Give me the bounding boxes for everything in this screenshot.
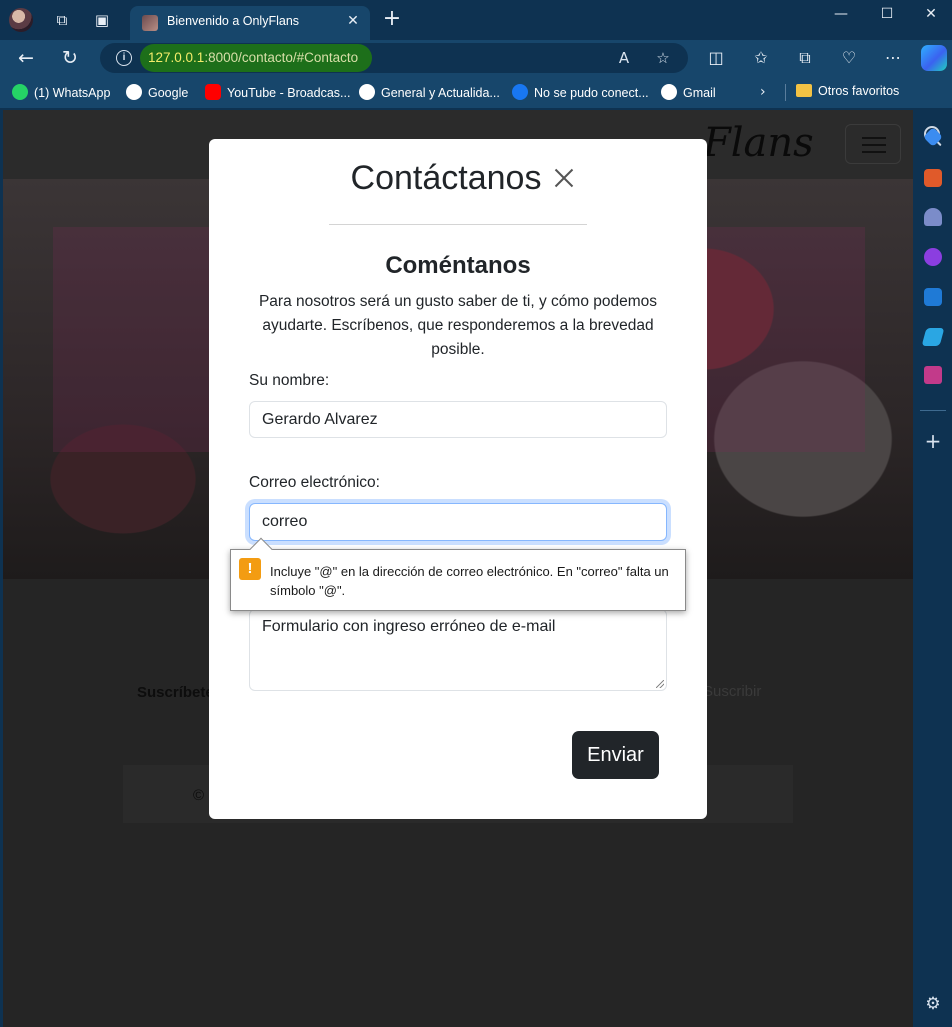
tools-icon[interactable]	[924, 169, 942, 187]
email-label: Correo electrónico:	[249, 474, 380, 491]
split-screen-icon[interactable]: ◫	[704, 46, 728, 70]
favorites-icon[interactable]: ✩	[749, 46, 773, 70]
profile-avatar[interactable]	[9, 8, 33, 32]
collections-icon[interactable]: ⧉	[793, 46, 817, 70]
browser-titlebar: ⧉ ▣ Bienvenido a OnlyFlans ✕ + — ☐ ✕	[0, 0, 952, 40]
app-icon[interactable]	[924, 366, 942, 384]
validation-message: Incluye "@" en la dirección de correo el…	[270, 564, 669, 598]
modal-divider	[329, 224, 587, 225]
favorites-divider	[785, 84, 786, 101]
tab-actions-icon[interactable]: ▣	[92, 10, 112, 30]
favorite-whatsapp[interactable]: (1) WhatsApp	[12, 84, 110, 100]
copilot-icon[interactable]	[921, 45, 947, 71]
favorites-bar: (1) WhatsApp Google YouTube - Broadcas..…	[0, 76, 952, 108]
sidebar-divider	[920, 410, 946, 411]
modal-title: Contáctanos	[350, 159, 542, 197]
games-icon[interactable]	[924, 208, 942, 226]
warning-icon: !	[239, 558, 261, 580]
minimize-button[interactable]: —	[818, 4, 864, 24]
site-info-icon[interactable]: i	[116, 50, 132, 66]
tab-close-icon[interactable]: ✕	[344, 12, 362, 30]
footer-copyright: ©	[193, 787, 205, 804]
hamburger-line	[862, 137, 886, 139]
browser-essentials-icon[interactable]: ♡	[837, 46, 861, 70]
site-favicon	[142, 15, 158, 31]
gear-icon[interactable]: ⚙	[923, 994, 943, 1014]
tab-onlyflans[interactable]: Bienvenido a OnlyFlans ✕	[130, 6, 370, 40]
subscribe-label: Suscríbete	[137, 684, 214, 701]
general-site-icon	[359, 84, 375, 100]
favorite-youtube[interactable]: YouTube - Broadcas...	[205, 84, 350, 100]
address-bar[interactable]: i 127.0.0.1:8000/contacto/#Contacto A ☆	[100, 43, 688, 73]
name-label: Su nombre:	[249, 372, 330, 389]
outlook-icon[interactable]	[924, 288, 942, 306]
workspaces-icon[interactable]: ⧉	[52, 10, 72, 30]
validation-tooltip: ! Incluye "@" en la dirección de correo …	[230, 537, 686, 611]
resize-handle[interactable]	[656, 680, 664, 688]
close-window-button[interactable]: ✕	[908, 4, 952, 24]
read-aloud-icon[interactable]: A	[614, 48, 634, 68]
submit-button[interactable]: Enviar	[572, 731, 659, 779]
subscribe-button[interactable]: Suscribir	[703, 683, 761, 700]
favorite-google[interactable]: Google	[126, 84, 188, 100]
modal-description: Para nosotros será un gusto saber de ti,…	[258, 293, 658, 358]
favorite-facebook[interactable]: No se pudo conect...	[512, 84, 649, 100]
favorite-gmail[interactable]: Gmail	[661, 84, 716, 100]
new-tab-button[interactable]: +	[380, 8, 404, 32]
hamburger-line	[862, 144, 886, 146]
menu-toggle-button[interactable]	[845, 124, 901, 164]
site-logo[interactable]: Flans	[703, 120, 814, 166]
message-field[interactable]: Formulario con ingreso erróneo de e-mail	[249, 609, 667, 691]
whatsapp-icon	[12, 84, 28, 100]
copilot-sidebar-icon[interactable]	[924, 248, 942, 266]
hamburger-line	[862, 151, 886, 153]
tab-title: Bienvenido a OnlyFlans	[167, 14, 300, 28]
send-icon[interactable]	[921, 328, 945, 346]
url-text[interactable]: 127.0.0.1:8000/contacto/#Contacto	[148, 50, 358, 65]
contact-modal: Contáctanos Coméntanos Para nosotros ser…	[209, 139, 707, 819]
modal-subtitle: Coméntanos	[385, 252, 531, 279]
back-arrow-icon[interactable]: ←	[14, 46, 38, 70]
facebook-icon	[512, 84, 528, 100]
refresh-icon[interactable]: ↻	[58, 46, 82, 70]
edge-sidebar: + ⚙	[913, 108, 952, 1027]
email-field[interactable]: correo	[249, 503, 667, 541]
add-sidebar-app-icon[interactable]: +	[922, 430, 944, 452]
youtube-icon	[205, 84, 221, 100]
name-field[interactable]: Gerardo Alvarez	[249, 401, 667, 438]
other-favorites[interactable]: Otros favoritos	[796, 84, 899, 100]
favorite-star-icon[interactable]: ☆	[653, 48, 673, 68]
google-icon	[661, 84, 677, 100]
more-menu-icon[interactable]: ⋯	[881, 46, 905, 70]
favorite-general[interactable]: General y Actualida...	[359, 84, 500, 100]
folder-icon	[796, 84, 812, 97]
close-icon[interactable]	[551, 165, 577, 191]
browser-toolbar: ← ↻ i 127.0.0.1:8000/contacto/#Contacto …	[0, 40, 952, 76]
google-icon	[126, 84, 142, 100]
message-text: Formulario con ingreso erróneo de e-mail	[262, 618, 556, 635]
chevron-right-icon[interactable]: ›	[760, 84, 766, 100]
maximize-button[interactable]: ☐	[864, 4, 910, 24]
